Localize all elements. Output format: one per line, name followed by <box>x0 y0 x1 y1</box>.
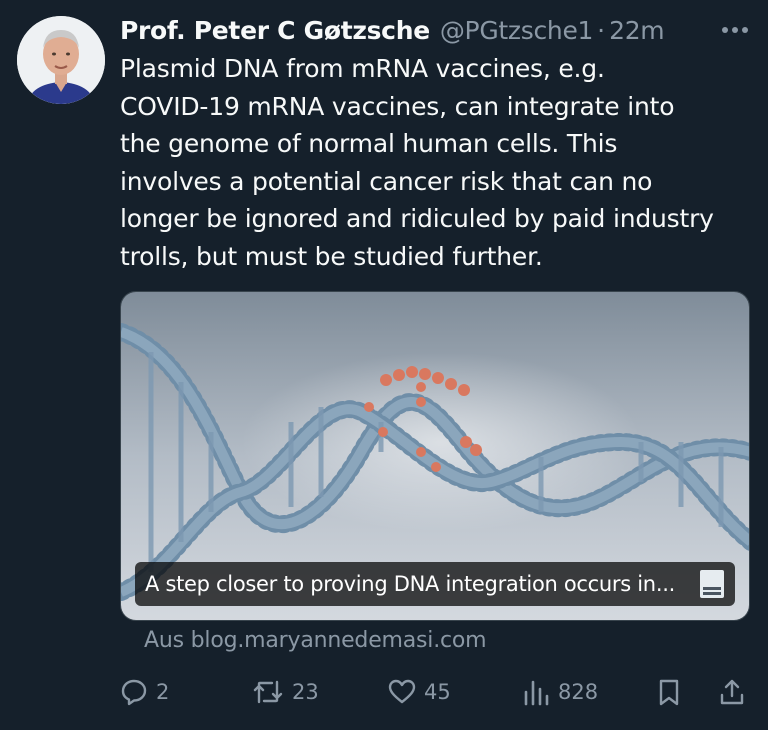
share-icon <box>720 679 744 705</box>
bookmark-icon <box>659 679 679 706</box>
tweet-text-line: Plasmid DNA from mRNA vaccines, e.g. <box>120 54 605 83</box>
avatar[interactable] <box>17 16 105 104</box>
bookmark-button[interactable] <box>655 672 683 712</box>
tweet-text-line: COVID-19 mRNA vaccines, can integrate in… <box>120 91 675 121</box>
author-avatar-image <box>17 16 105 104</box>
share-button[interactable] <box>718 672 746 712</box>
card-title: A step closer to proving DNA integration… <box>145 572 675 596</box>
author-name[interactable]: Prof. Peter C Gøtzsche <box>120 16 430 45</box>
tweet-header: Prof. Peter C Gøtzsche @PGtzsche1 · 22m <box>120 12 750 48</box>
tweet-text-line: longer be ignored and ridiculed by paid … <box>120 204 714 233</box>
heart-icon <box>388 679 416 704</box>
reply-icon <box>121 679 147 706</box>
views-count: 828 <box>558 680 599 704</box>
repost-icon <box>253 680 283 704</box>
tweet-text-line: involves a potential cancer risk that ca… <box>120 166 653 196</box>
views-button[interactable]: 828 <box>522 672 598 712</box>
like-button[interactable]: 45 <box>388 672 451 712</box>
tweet-text: Plasmid DNA from mRNA vaccines, e.g. COV… <box>120 50 750 275</box>
separator-dot: · <box>597 15 606 45</box>
author-handle[interactable]: @PGtzsche1 <box>440 16 594 45</box>
repost-button[interactable]: 23 <box>252 672 319 712</box>
card-caption: A step closer to proving DNA integration… <box>135 562 735 606</box>
card-source-link[interactable]: Aus blog.maryannedemasi.com <box>144 628 487 653</box>
action-bar: 2 23 45 828 <box>120 672 750 712</box>
tweet-text-line: trolls, but must be studied further. <box>120 241 543 271</box>
views-icon <box>524 680 549 706</box>
tweet[interactable]: Prof. Peter C Gøtzsche @PGtzsche1 · 22m … <box>0 0 768 730</box>
link-card[interactable]: A step closer to proving DNA integration… <box>120 291 750 621</box>
article-icon <box>700 570 724 598</box>
more-options-icon[interactable] <box>720 15 750 45</box>
tweet-text-line: the genome of normal human cells. This <box>120 129 618 158</box>
tweet-timestamp[interactable]: 22m <box>609 16 665 45</box>
reply-count: 2 <box>156 680 170 704</box>
reply-button[interactable]: 2 <box>120 672 169 712</box>
repost-count: 23 <box>292 680 319 704</box>
like-count: 45 <box>424 680 451 704</box>
